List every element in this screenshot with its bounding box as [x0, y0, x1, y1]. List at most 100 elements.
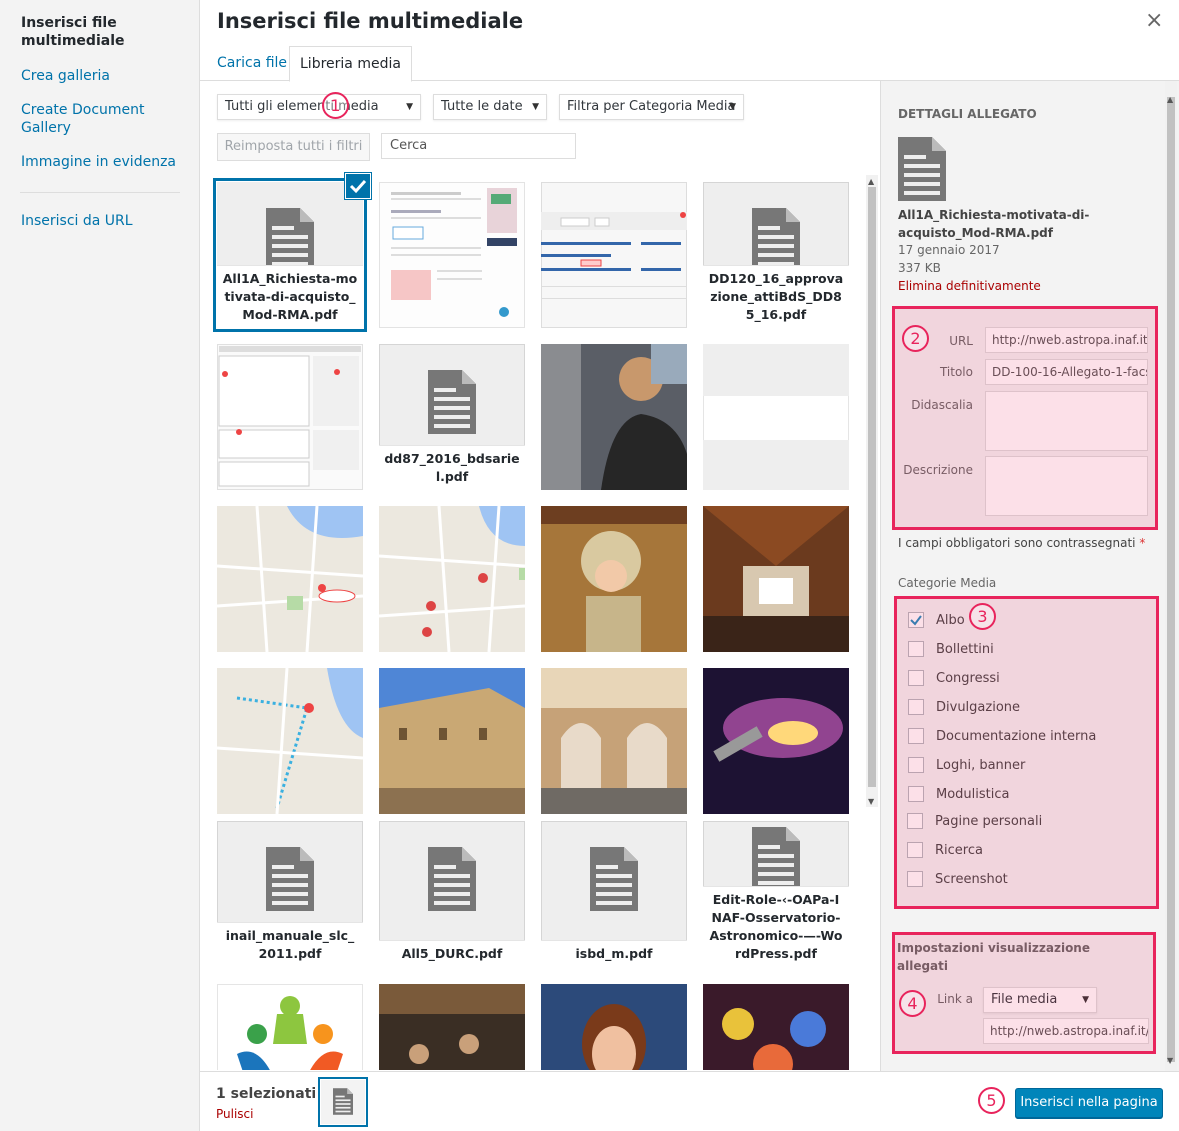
chevron-down-icon: ▼	[406, 102, 413, 112]
chevron-down-icon: ▼	[729, 102, 736, 112]
scroll-up-arrow-icon[interactable]: ▲	[868, 177, 874, 186]
attachment-details-sidebar: Dettagli allegato All1A_Richiesta-motiva…	[880, 81, 1179, 1071]
tab-media-library[interactable]: Libreria media	[289, 46, 412, 82]
document-icon	[428, 370, 476, 434]
attachment-filename: inail_manuale_slc_2011.pdf	[217, 922, 363, 967]
attachment-photo[interactable]	[379, 668, 525, 814]
attachment-photo[interactable]	[541, 506, 687, 652]
category-filter-value: Filtra per Categoria Media	[567, 99, 736, 114]
attachment-doc-all1a[interactable]: All1A_Richiesta-motivata-di-acquisto_Mod…	[217, 182, 363, 328]
annotation-highlight-2	[892, 306, 1158, 530]
attachment-screenshot[interactable]	[217, 344, 363, 490]
document-icon	[333, 1088, 353, 1115]
attachment-photo[interactable]	[541, 344, 687, 490]
annotation-badge-1: 1	[322, 92, 349, 119]
knight-puppet-photo	[541, 506, 687, 652]
attachment-filename: dd87_2016_bdsariel.pdf	[379, 445, 525, 490]
menu-item-featured-image[interactable]: Immagine in evidenza	[21, 153, 191, 171]
menu-item-create-document-gallery[interactable]: Create Document Gallery	[21, 101, 191, 137]
attachment-photo[interactable]	[379, 984, 525, 1070]
annotation-highlight-3	[894, 596, 1159, 909]
close-icon[interactable]: ×	[1145, 9, 1163, 33]
document-icon	[428, 847, 476, 911]
attachment-screenshot[interactable]	[379, 182, 525, 328]
portrait-photo	[541, 344, 687, 490]
attachment-logo-image[interactable]	[217, 984, 363, 1070]
required-star: *	[1139, 536, 1146, 550]
attachment-doc-dd120[interactable]: DD120_16_approvazione_attiBdS_DD85_16.pd…	[703, 182, 849, 328]
document-icon	[898, 137, 946, 201]
map-image	[379, 506, 525, 652]
type-filter-select[interactable]: Tutti gli elementi media ▼	[217, 94, 421, 120]
attachment-photo[interactable]	[541, 668, 687, 814]
details-size: 337 KB	[898, 261, 941, 275]
map-image	[217, 668, 363, 814]
required-note-text: I campi obbligatori sono contrassegnati	[898, 536, 1136, 550]
scroll-down-arrow-icon[interactable]: ▼	[868, 797, 874, 806]
details-date: 17 gennaio 2017	[898, 243, 1000, 257]
document-icon	[752, 827, 800, 891]
attachment-map[interactable]	[217, 506, 363, 652]
check-icon	[349, 179, 367, 194]
attachments-grid: All1A_Richiesta-motivata-di-acquisto_Mod…	[200, 170, 880, 1070]
attachment-photo[interactable]	[541, 984, 687, 1070]
woman-portrait-photo	[541, 984, 687, 1070]
attachment-doc-isbd[interactable]: isbd_m.pdf	[541, 821, 687, 967]
selected-attachment-thumbnail[interactable]	[321, 1080, 365, 1124]
screenshot-preview-image	[391, 188, 517, 317]
grid-scrollbar-thumb[interactable]	[868, 187, 876, 787]
space-illustration	[703, 668, 849, 814]
media-toolbar: 1 selezionati Pulisci Inserisci nella pa…	[200, 1071, 1179, 1131]
insert-into-page-button[interactable]: Inserisci nella pagina	[1015, 1088, 1163, 1118]
bookstore-photo	[379, 984, 525, 1070]
attachment-screenshot[interactable]	[541, 182, 687, 328]
reset-filters-button[interactable]: Reimposta tutti i filtri	[217, 133, 370, 161]
menu-item-insert-from-url[interactable]: Inserisci da URL	[21, 212, 191, 230]
people-circle-logo	[237, 996, 343, 1070]
category-filter-select[interactable]: Filtra per Categoria Media ▼	[559, 94, 744, 120]
clear-selection-link[interactable]: Pulisci	[216, 1107, 253, 1121]
screenshot-preview-image	[218, 346, 361, 487]
attachment-photo[interactable]	[703, 668, 849, 814]
attachment-doc-dd87[interactable]: dd87_2016_bdsariel.pdf	[379, 344, 525, 490]
attachment-photo[interactable]	[703, 984, 849, 1070]
menu-item-create-gallery[interactable]: Crea galleria	[21, 67, 191, 85]
attachment-map[interactable]	[379, 506, 525, 652]
blank-image-preview	[703, 344, 849, 490]
attachment-image-blank[interactable]	[703, 344, 849, 490]
annotation-badge-5: 5	[978, 1087, 1005, 1114]
attachment-filename: isbd_m.pdf	[541, 940, 687, 967]
scroll-up-arrow-icon[interactable]: ▲	[1167, 95, 1173, 104]
date-filter-select[interactable]: Tutte le date ▼	[433, 94, 547, 120]
sidebar-scrollbar[interactable]	[1165, 81, 1177, 1071]
grid-scrollbar[interactable]	[866, 175, 878, 807]
tab-upload-files[interactable]: Carica file	[207, 46, 297, 82]
attachment-doc-inail[interactable]: inail_manuale_slc_2011.pdf	[217, 821, 363, 967]
attachment-photo[interactable]	[703, 506, 849, 652]
menu-separator	[20, 192, 180, 193]
annotation-badge-3: 3	[969, 603, 996, 630]
attachment-filename: All5_DURC.pdf	[379, 940, 525, 967]
media-menu: Inserisci file multimediale Crea galleri…	[0, 0, 200, 1131]
hall-interior-photo	[703, 506, 849, 652]
attachment-map[interactable]	[217, 668, 363, 814]
attachment-filename: DD120_16_approvazione_attiBdS_DD85_16.pd…	[703, 265, 849, 328]
sidebar-scrollbar-thumb[interactable]	[1167, 97, 1175, 1062]
selected-check-icon[interactable]	[345, 173, 371, 199]
selection-count: 1 selezionati	[216, 1086, 317, 1102]
attachment-doc-edit-role[interactable]: Edit-Role-‹-OAPa-INAF-Osservatorio-Astro…	[703, 821, 849, 967]
date-filter-value: Tutte le date	[441, 99, 523, 114]
attachment-filename: All1A_Richiesta-motivata-di-acquisto_Mod…	[217, 265, 363, 328]
delete-permanently-link[interactable]: Elimina definitivamente	[898, 279, 1041, 293]
search-input[interactable]: Cerca	[381, 133, 576, 159]
map-image	[217, 506, 363, 652]
scroll-down-arrow-icon[interactable]: ▼	[1167, 1056, 1173, 1065]
attachment-doc-all5[interactable]: All5_DURC.pdf	[379, 821, 525, 967]
router-tabs: Carica file Libreria media	[200, 46, 1179, 82]
type-filter-value: Tutti gli elementi media	[225, 99, 379, 114]
courtyard-photo	[541, 668, 687, 814]
document-icon	[266, 208, 314, 272]
annotation-badge-4: 4	[899, 990, 926, 1017]
menu-item-insert-media[interactable]: Inserisci file multimediale	[21, 14, 191, 50]
required-fields-note: I campi obbligatori sono contrassegnati …	[898, 536, 1145, 550]
